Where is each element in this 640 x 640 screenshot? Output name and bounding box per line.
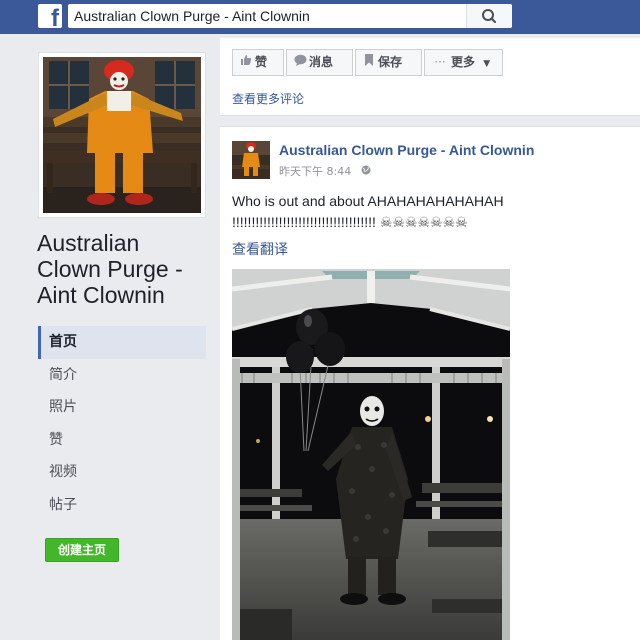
post-text-line: !!!!!!!!!!!!!!!!!!!!!!!!!!!!!!!!!!!!! ☠☠… [232,212,632,233]
page-title-line: Aint Clownin [37,282,165,308]
search-input[interactable] [74,7,464,25]
post-timestamp[interactable]: 昨天下午 8:44 [279,163,371,179]
nav-item-home[interactable]: 首页 [38,326,206,359]
search-button[interactable] [466,4,512,28]
message-bubble-icon [293,50,307,75]
post-author-name[interactable]: Australian Clown Purge - Aint Clownin [279,142,534,158]
nav-item-videos[interactable]: 视频 [38,456,206,489]
post-card: Australian Clown Purge - Aint Clownin 昨天… [220,126,640,640]
search-box [68,4,512,28]
top-bar: f [0,0,640,34]
post-text-line: Who is out and about AHAHAHAHAHAHAH [232,193,504,209]
clown-in-gazebo-photo [232,269,510,640]
facebook-logo-icon[interactable]: f [38,4,62,32]
page-title-line: Clown Purge - [37,256,183,282]
save-label: 保存 [378,55,403,69]
more-dots-icon: ··· [434,55,446,69]
page-nav: 首页 简介 照片 赞 视频 帖子 [38,326,206,521]
chevron-down-icon: ▼ [483,59,491,69]
post-photo[interactable] [232,269,510,640]
post-text: Who is out and about AHAHAHAHAHAHAH !!!!… [232,191,632,233]
facebook-logo-letter: f [51,5,59,32]
clown-on-bench-photo [43,57,201,213]
post-author-avatar[interactable] [232,141,270,179]
page-title-line: Australian [37,230,140,256]
bookmark-icon [362,50,376,75]
view-more-comments-link[interactable]: 查看更多评论 [232,90,304,107]
search-icon [482,9,497,24]
nav-item-about[interactable]: 简介 [38,359,206,392]
page-profile-picture[interactable] [38,52,206,218]
clown-avatar-thumbnail [232,141,270,179]
nav-item-photos[interactable]: 照片 [38,391,206,424]
exclamation-text: !!!!!!!!!!!!!!!!!!!!!!!!!!!!!!!!!!!!! [232,214,376,230]
more-label: 更多 [451,55,476,69]
nav-item-likes[interactable]: 赞 [38,424,206,457]
see-translation-link[interactable]: 查看翻译 [232,239,288,259]
page-actions-card: 赞 消息 保存 ··· 更多 ▼ 查看更多评论 [220,38,640,116]
skull-crossbones-emoji: ☠☠☠☠☠☠☠ [379,214,468,230]
page-title: Australian Clown Purge - Aint Clownin [37,230,217,308]
like-label: 赞 [255,55,268,69]
create-page-button[interactable]: 创建主页 [45,538,119,562]
message-button[interactable]: 消息 [286,49,353,76]
save-button[interactable]: 保存 [355,49,422,76]
message-label: 消息 [309,55,334,69]
post-time-text: 昨天下午 8:44 [279,165,352,178]
like-button[interactable]: 赞 [232,49,284,76]
thumbs-up-icon [239,50,253,75]
globe-icon [361,165,371,178]
more-button[interactable]: ··· 更多 ▼ [424,49,503,76]
nav-item-posts[interactable]: 帖子 [38,489,206,522]
